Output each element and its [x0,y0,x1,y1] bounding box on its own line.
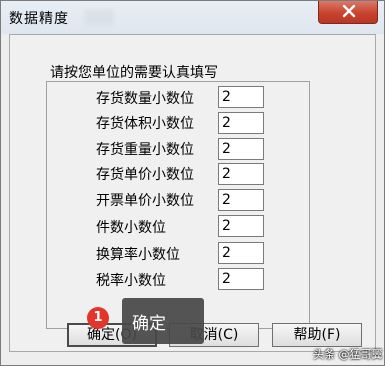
invoice-unit-price-decimals-input[interactable]: 2 [218,189,264,211]
tooltip-callout: 确定 [122,298,204,344]
field-label: 存货重量小数位 [96,142,194,158]
conversion-rate-decimals-input[interactable]: 2 [218,242,264,264]
help-button[interactable]: 帮助(F) [272,323,362,347]
title-bar[interactable]: 数据精度 [1,1,384,34]
field-label: 存货数量小数位 [96,91,194,107]
close-button[interactable] [318,1,378,24]
tooltip-text: 确定 [132,314,166,334]
field-label: 换算率小数位 [96,247,180,263]
field-label: 存货体积小数位 [96,116,194,132]
inventory-unit-price-decimals-input[interactable]: 2 [218,163,264,185]
field-label: 存货单价小数位 [96,167,194,183]
field-label: 税率小数位 [96,273,166,289]
inventory-quantity-decimals-input[interactable]: 2 [218,86,264,108]
tax-rate-decimals-input[interactable]: 2 [218,268,264,290]
piece-count-decimals-input[interactable]: 2 [218,215,264,237]
title-blurred-region [84,9,114,25]
close-icon [342,4,356,18]
inventory-weight-decimals-input[interactable]: 2 [218,138,264,160]
inventory-volume-decimals-input[interactable]: 2 [218,112,264,134]
field-label: 件数小数位 [96,220,166,236]
instruction-label: 请按您单位的需要认真填写 [50,65,218,81]
field-label: 开票单价小数位 [96,193,194,209]
watermark: 头条 @猛哥翼 [313,348,383,361]
step-number-badge: 1 [87,307,109,329]
window-title: 数据精度 [9,11,69,27]
dialog-window: 数据精度 请按您单位的需要认真填写 存货数量小数位 2 存货体积小数位 2 存货… [0,0,385,366]
